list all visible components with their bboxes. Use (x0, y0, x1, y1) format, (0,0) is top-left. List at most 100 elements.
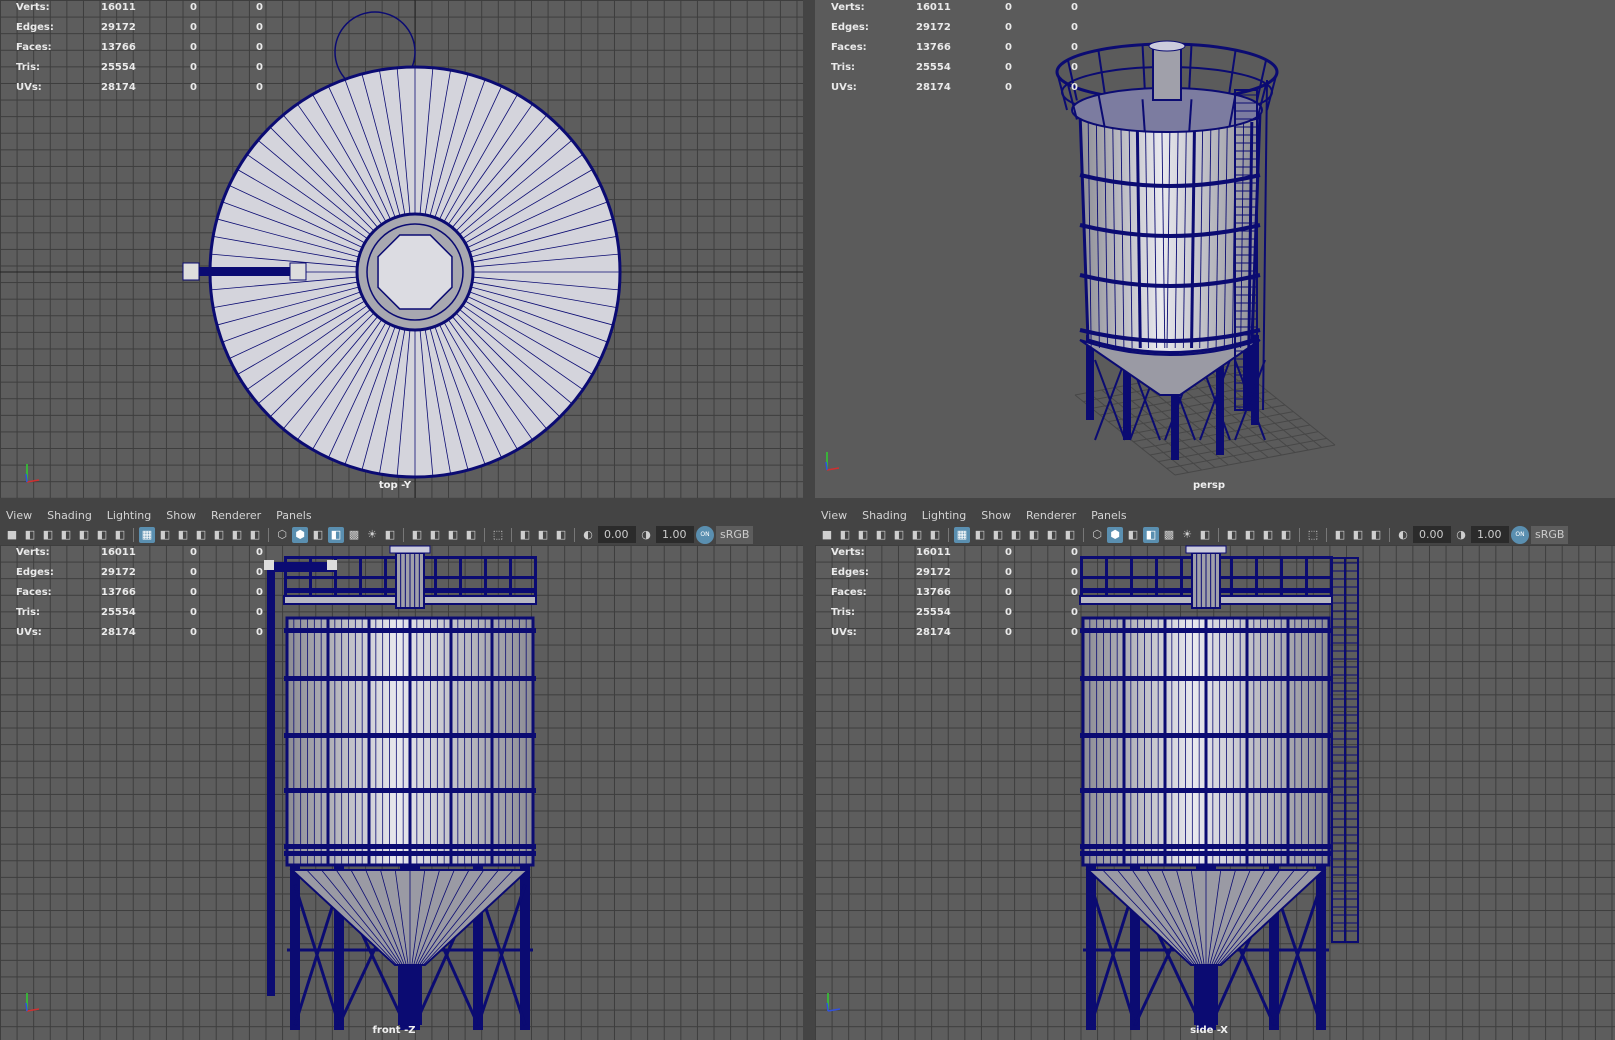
paint-icon[interactable]: ◧ (927, 527, 943, 543)
isolate-select-icon[interactable]: ⬚ (1305, 527, 1321, 543)
camera-attributes-icon[interactable]: ◧ (855, 527, 871, 543)
safe-title-icon[interactable]: ◧ (247, 527, 263, 543)
grid-icon[interactable]: ▦ (139, 526, 155, 543)
grease-pencil-icon[interactable]: ◧ (891, 527, 907, 543)
gamma-icon[interactable]: ◑ (1453, 527, 1469, 543)
menu-shading[interactable]: Shading (862, 509, 907, 522)
xray-active-icon[interactable]: ◧ (1350, 527, 1366, 543)
menu-lighting[interactable]: Lighting (107, 509, 151, 522)
side-view-model[interactable] (815, 545, 1615, 1040)
exposure-field[interactable]: 0.00 (598, 526, 636, 543)
hud-value: 29172 (101, 22, 136, 33)
bookmark-icon[interactable]: ◧ (873, 527, 889, 543)
isolate-select-icon[interactable]: ⬚ (490, 527, 506, 543)
lock-camera-icon[interactable]: ◧ (837, 527, 853, 543)
view-transform-dropdown[interactable]: sRGB (1531, 525, 1569, 544)
menu-renderer[interactable]: Renderer (211, 509, 261, 522)
depth-of-field-icon[interactable]: ◧ (463, 527, 479, 543)
wireframe-on-shaded-icon[interactable]: ◧ (1143, 526, 1159, 543)
viewport-side[interactable]: side -X Verts: 16011 0 0 Edges: 29172 0 0 Faces:… (815, 545, 1615, 1040)
resolution-gate-icon[interactable]: ◧ (990, 527, 1006, 543)
xray-active-icon[interactable]: ◧ (535, 527, 551, 543)
paint-icon[interactable]: ◧ (112, 527, 128, 543)
pane-divider-horizontal[interactable] (0, 498, 1615, 505)
viewport-top[interactable]: top -Y Verts: 16011 0 0 Edges: 29172 0 0 Faces: 1… (0, 0, 803, 498)
color-management-toggle[interactable]: ON (1511, 525, 1529, 544)
xray-joints-icon[interactable]: ◧ (1332, 527, 1348, 543)
grease-pencil-icon[interactable]: ◧ (76, 527, 92, 543)
wireframe-icon[interactable]: ⬡ (1089, 527, 1105, 543)
safe-title-icon[interactable]: ◧ (1062, 527, 1078, 543)
color-management-toggle[interactable]: ON (696, 525, 714, 544)
viewport-label-side: side -X (1190, 1025, 1228, 1036)
motion-blur-icon[interactable]: ◧ (427, 527, 443, 543)
exposure-icon[interactable]: ◐ (580, 527, 596, 543)
gamma-field[interactable]: 1.00 (656, 526, 694, 543)
xray-joints-icon[interactable]: ◧ (517, 527, 533, 543)
toolbar-separator (268, 527, 269, 542)
hud-uv: 0 (256, 567, 263, 578)
film-gate-icon[interactable]: ◧ (972, 527, 988, 543)
pan-zoom-icon[interactable]: ◧ (909, 527, 925, 543)
lights-icon[interactable]: ☀ (1179, 527, 1195, 543)
anti-alias-icon[interactable]: ◧ (445, 527, 461, 543)
camera-icon[interactable]: ■ (4, 527, 20, 543)
pane-divider-vertical[interactable] (803, 0, 815, 1040)
gamma-field[interactable]: 1.00 (1471, 526, 1509, 543)
grid-icon[interactable]: ▦ (954, 526, 970, 543)
top-view-model[interactable] (0, 0, 803, 498)
menu-panels[interactable]: Panels (276, 509, 311, 522)
shadows-icon[interactable]: ◧ (1197, 527, 1213, 543)
field-chart-icon[interactable]: ◧ (1026, 527, 1042, 543)
safe-action-icon[interactable]: ◧ (1044, 527, 1060, 543)
front-view-model[interactable] (0, 545, 803, 1040)
gate-mask-icon[interactable]: ◧ (1008, 527, 1024, 543)
anti-alias-icon[interactable]: ◧ (1260, 527, 1276, 543)
menu-view[interactable]: View (821, 509, 847, 522)
view-transform-dropdown[interactable]: sRGB (716, 525, 754, 544)
motion-blur-icon[interactable]: ◧ (1242, 527, 1258, 543)
persp-view-model[interactable] (815, 0, 1615, 498)
xray-icon[interactable]: ▩ (346, 527, 362, 543)
depth-of-field-icon[interactable]: ◧ (1278, 527, 1294, 543)
hud-label: Faces: (16, 42, 52, 53)
backface-icon[interactable]: ◧ (553, 527, 569, 543)
xray-icon[interactable]: ▩ (1161, 527, 1177, 543)
wireframe-icon[interactable]: ⬡ (274, 527, 290, 543)
menu-show[interactable]: Show (166, 509, 196, 522)
field-chart-icon[interactable]: ◧ (211, 527, 227, 543)
shadows-icon[interactable]: ◧ (382, 527, 398, 543)
menu-view[interactable]: View (6, 509, 32, 522)
exposure-field[interactable]: 0.00 (1413, 526, 1451, 543)
pan-zoom-icon[interactable]: ◧ (94, 527, 110, 543)
smooth-shade-icon[interactable]: ⬢ (1107, 526, 1123, 543)
viewport-persp[interactable]: persp Verts: 16011 0 0 Edges: 29172 0 0 Faces: 13… (815, 0, 1615, 498)
wireframe-on-shaded-icon[interactable]: ◧ (328, 526, 344, 543)
safe-action-icon[interactable]: ◧ (229, 527, 245, 543)
gate-mask-icon[interactable]: ◧ (193, 527, 209, 543)
default-material-icon[interactable]: ◧ (310, 527, 326, 543)
lock-camera-icon[interactable]: ◧ (22, 527, 38, 543)
hud-value: 28174 (916, 82, 951, 93)
resolution-gate-icon[interactable]: ◧ (175, 527, 191, 543)
camera-attributes-icon[interactable]: ◧ (40, 527, 56, 543)
gamma-icon[interactable]: ◑ (638, 527, 654, 543)
ambient-occlusion-icon[interactable]: ◧ (409, 527, 425, 543)
smooth-shade-icon[interactable]: ⬢ (292, 526, 308, 543)
exposure-icon[interactable]: ◐ (1395, 527, 1411, 543)
toolbar-separator (403, 527, 404, 542)
menu-renderer[interactable]: Renderer (1026, 509, 1076, 522)
ambient-occlusion-icon[interactable]: ◧ (1224, 527, 1240, 543)
lights-icon[interactable]: ☀ (364, 527, 380, 543)
menu-panels[interactable]: Panels (1091, 509, 1126, 522)
film-gate-icon[interactable]: ◧ (157, 527, 173, 543)
hud-label: Edges: (831, 22, 869, 33)
menu-lighting[interactable]: Lighting (922, 509, 966, 522)
bookmark-icon[interactable]: ◧ (58, 527, 74, 543)
menu-show[interactable]: Show (981, 509, 1011, 522)
default-material-icon[interactable]: ◧ (1125, 527, 1141, 543)
camera-icon[interactable]: ■ (819, 527, 835, 543)
viewport-front[interactable]: front -Z Verts: 16011 0 0 Edges: 29172 0 0 Faces… (0, 545, 803, 1040)
menu-shading[interactable]: Shading (47, 509, 92, 522)
backface-icon[interactable]: ◧ (1368, 527, 1384, 543)
